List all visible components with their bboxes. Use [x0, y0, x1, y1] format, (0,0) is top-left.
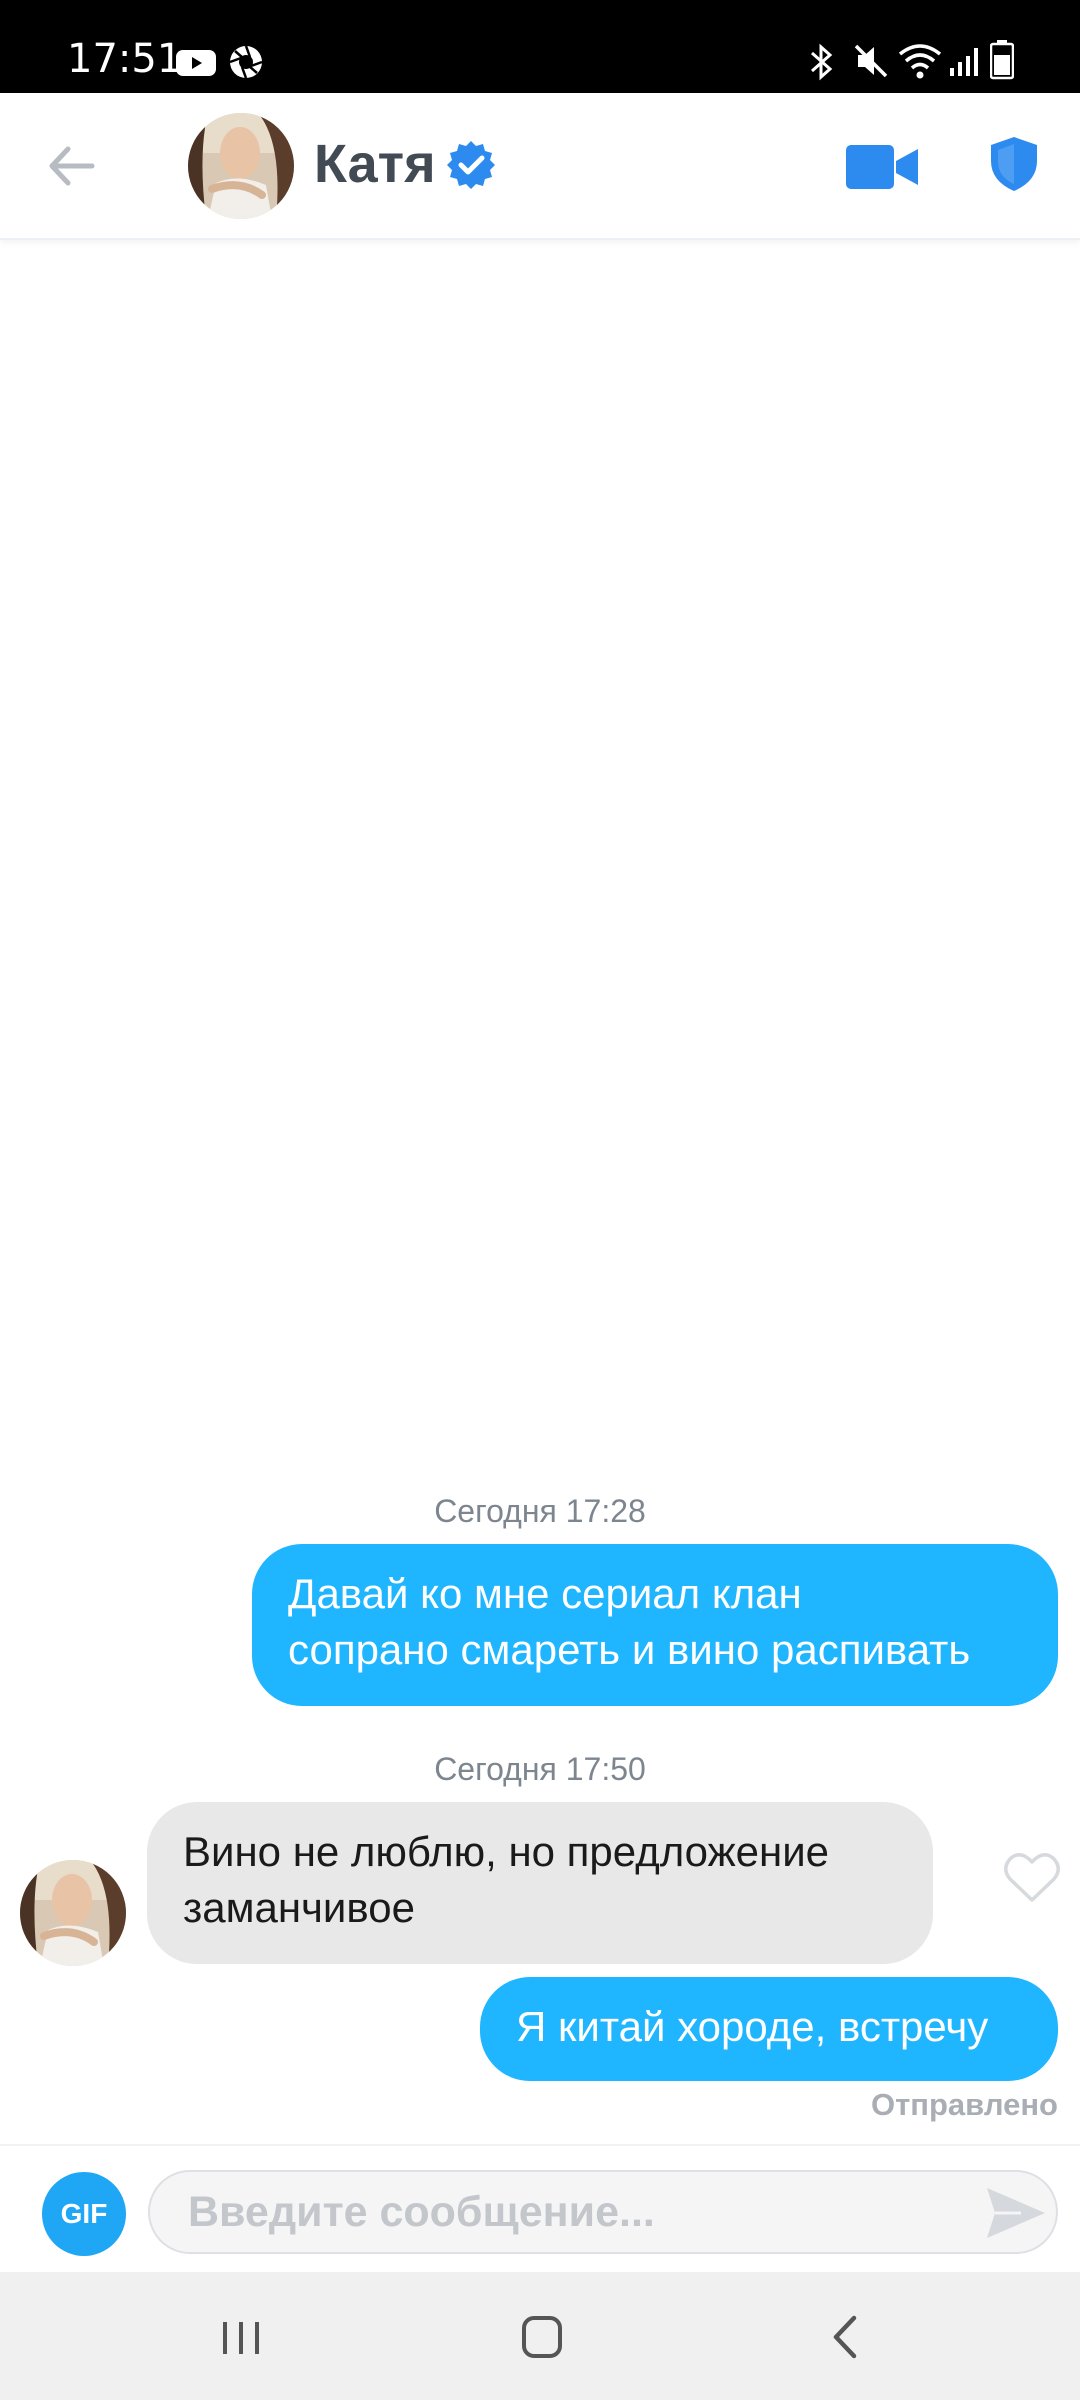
- shield-icon[interactable]: [989, 135, 1039, 193]
- recent-apps-icon[interactable]: [211, 2312, 271, 2362]
- battery-icon: [990, 40, 1014, 80]
- mute-icon: [854, 44, 888, 78]
- sender-avatar[interactable]: [20, 1860, 126, 1966]
- chat-header: Катя: [0, 93, 1080, 240]
- contact-avatar[interactable]: [188, 113, 294, 219]
- message-timestamp: Сегодня 17:28: [434, 1493, 646, 1529]
- back-arrow-icon[interactable]: [42, 133, 108, 199]
- home-icon[interactable]: [512, 2312, 572, 2362]
- outgoing-message[interactable]: Давай ко мне сериал клан сопрано смареть…: [252, 1544, 1058, 1706]
- wifi-icon: [898, 44, 942, 79]
- system-navigation-bar: [0, 2272, 1080, 2400]
- status-time: 17:51: [67, 36, 183, 82]
- message-line: заманчивое: [183, 1884, 415, 1931]
- outgoing-message[interactable]: Я китай хороде, встречу: [480, 1977, 1058, 2081]
- incoming-message[interactable]: Вино не люблю, но предложение заманчивое: [147, 1802, 933, 1964]
- message-line: Давай ко мне сериал клан: [288, 1570, 802, 1617]
- bluetooth-icon: [811, 43, 833, 81]
- message-input[interactable]: [148, 2170, 1058, 2254]
- message-line: Я китай хороде, встречу: [516, 2003, 989, 2050]
- youtube-icon: [176, 50, 216, 76]
- send-icon[interactable]: [985, 2186, 1047, 2240]
- message-line: Вино не люблю, но предложение: [183, 1828, 830, 1875]
- status-bar: 17:51: [0, 0, 1080, 93]
- contact-name[interactable]: Катя: [314, 133, 436, 195]
- sent-status: Отправлено: [870, 2087, 1058, 2122]
- verified-badge-icon: [447, 141, 495, 189]
- gif-button[interactable]: GIF: [42, 2172, 126, 2256]
- camera-aperture-icon: [229, 45, 263, 79]
- composer-bar: GIF: [0, 2144, 1080, 2272]
- heart-icon[interactable]: [1003, 1852, 1061, 1904]
- video-camera-icon[interactable]: [846, 143, 918, 191]
- message-timestamp: Сегодня 17:50: [434, 1751, 646, 1787]
- back-icon[interactable]: [816, 2312, 876, 2362]
- signal-icon: [950, 48, 978, 76]
- message-line: сопрано смареть и вино распивать: [288, 1626, 971, 1673]
